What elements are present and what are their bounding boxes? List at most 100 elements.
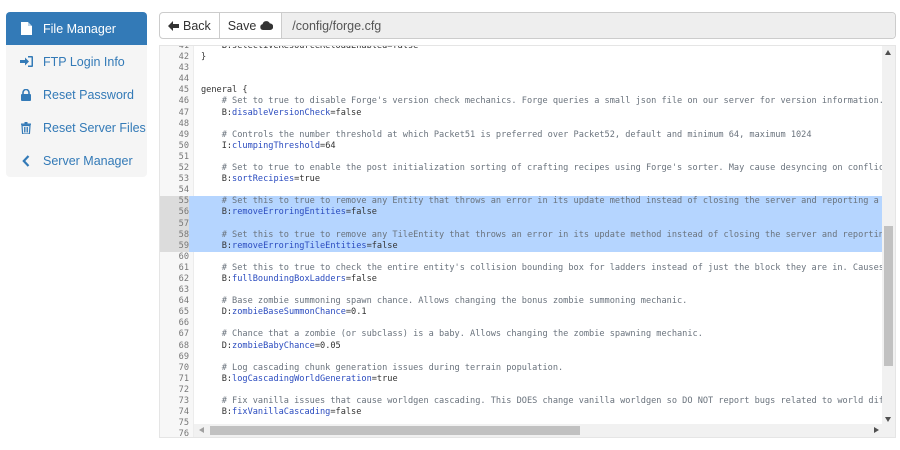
scroll-down-arrow-icon[interactable] [885, 417, 891, 422]
line-number: 59 [160, 240, 189, 252]
config-key: removeErroringTileEntities [232, 240, 367, 251]
config-text: =64 [320, 140, 336, 151]
code-line[interactable]: 59 B:removeErroringTileEntities=false [160, 240, 882, 252]
config-text: =true [294, 174, 321, 185]
scroll-right-arrow-icon[interactable] [874, 427, 879, 433]
config-comment: # Controls the number threshold at which… [201, 129, 812, 140]
line-number: 58 [160, 229, 189, 241]
line-number: 75 [178, 418, 189, 429]
code-line[interactable]: 51 [160, 152, 882, 163]
config-comment: # Fix vanilla issues that cause worldgen… [201, 396, 896, 406]
horizontal-scrollbar-thumb[interactable] [210, 426, 580, 435]
code-line[interactable]: 69 [160, 352, 882, 363]
line-text: D:zombieBabyChance=0.05 [201, 341, 341, 352]
sidebar-nav: File Manager FTP Login Info Reset Passwo… [6, 12, 147, 177]
config-text: =false [345, 207, 377, 218]
code-line[interactable]: 47 B:disableVersionCheck=false [160, 108, 882, 119]
config-text: =false [345, 273, 377, 284]
scroll-up-arrow-icon[interactable] [885, 50, 891, 55]
code-lines[interactable]: 41 B:selectiveResourceReloadEnabled=fals… [160, 45, 895, 437]
sidebar-item-reset-server-files[interactable]: Reset Server Files [6, 111, 147, 144]
code-line[interactable]: 53 B:sortRecipies=true [160, 174, 882, 185]
vertical-scrollbar-thumb[interactable] [884, 226, 893, 366]
code-line[interactable]: 50 I:clumpingThreshold=64 [160, 141, 882, 152]
code-line[interactable]: 62 B:fullBoundingBoxLadders=false [160, 274, 882, 285]
code-line[interactable]: 71 B:logCascadingWorldGeneration=true [160, 374, 882, 385]
code-line[interactable]: 60 [160, 252, 882, 263]
config-key: removeErroringEntities [232, 207, 346, 218]
code-line[interactable]: 70 # Log cascading chunk generation issu… [160, 363, 882, 374]
line-number: 66 [178, 318, 189, 329]
file-path-input[interactable] [282, 13, 895, 38]
line-text: # Set to true to enable the post initial… [201, 163, 896, 174]
code-line[interactable]: 56 B:removeErroringEntities=false [160, 207, 882, 219]
config-text: B: [201, 107, 233, 118]
scroll-left-arrow-icon[interactable] [199, 427, 204, 433]
code-line[interactable]: 58 # Set this to true to remove any Tile… [160, 229, 895, 241]
code-line[interactable]: 67 # Chance that a zombie (or subclass) … [160, 329, 882, 340]
code-line[interactable]: 55 # Set this to true to remove any Enti… [160, 196, 895, 208]
config-comment: # Set to true to enable the post initial… [201, 163, 896, 174]
sidebar-item-file-manager[interactable]: File Manager [6, 12, 147, 45]
config-key: zombieBaseSummonChance [232, 307, 346, 318]
line-text: B:logCascadingWorldGeneration=true [201, 374, 398, 385]
line-text: D:zombieBaseSummonChance=0.1 [201, 307, 367, 318]
code-line[interactable]: 61 # Set this to true to check the entir… [160, 262, 895, 274]
line-text: B:sortRecipies=true [201, 174, 320, 185]
code-line[interactable]: 44 [160, 74, 882, 85]
code-line[interactable]: 64 # Base zombie summoning spawn chance.… [160, 296, 882, 307]
line-number: 57 [160, 218, 189, 230]
save-button[interactable]: Save [220, 13, 283, 38]
code-line[interactable]: 42} [160, 52, 882, 63]
config-text: B: [201, 373, 233, 384]
config-comment: # Set this to true to check the entire e… [201, 262, 896, 273]
code-line[interactable]: 54 [160, 185, 882, 196]
config-text: D: [201, 340, 233, 351]
code-line[interactable]: 43 [160, 63, 882, 74]
code-line[interactable]: 65 D:zombieBaseSummonChance=0.1 [160, 307, 882, 318]
cloud-icon [260, 21, 274, 30]
code-line[interactable]: 68 D:zombieBabyChance=0.05 [160, 341, 882, 352]
code-line[interactable]: 45 general { [160, 85, 882, 96]
code-line[interactable]: 57 [160, 218, 882, 230]
line-number: 47 [178, 107, 189, 118]
code-line[interactable]: 63 [160, 285, 882, 296]
line-number: 69 [178, 351, 189, 362]
config-text: =false [366, 240, 398, 251]
line-text: B:fixVanillaCascading=false [201, 407, 362, 418]
line-number: 52 [178, 163, 189, 174]
sidebar-item-ftp-login-info[interactable]: FTP Login Info [6, 45, 147, 78]
code-line[interactable]: 73 # Fix vanilla issues that cause world… [160, 396, 895, 407]
code-editor[interactable]: 41 B:selectiveResourceReloadEnabled=fals… [159, 45, 896, 438]
line-number: 68 [178, 340, 189, 351]
config-comment: # Set this to true to remove any Entity … [201, 196, 896, 207]
code-line[interactable]: 52 # Set to true to enable the post init… [160, 163, 895, 174]
sidebar-item-reset-password[interactable]: Reset Password [6, 78, 147, 111]
code-line[interactable]: 46 # Set to true to disable Forge's vers… [160, 96, 895, 107]
line-text: B:disableVersionCheck=false [201, 107, 362, 119]
config-key: logCascadingWorldGeneration [232, 373, 372, 384]
code-line[interactable]: 74 B:fixVanillaCascading=false [160, 407, 882, 418]
code-line[interactable]: 72 [160, 385, 882, 396]
config-text: B: [201, 174, 233, 185]
code-line[interactable]: 41 B:selectiveResourceReloadEnabled=fals… [160, 45, 882, 52]
line-number: 41 [178, 45, 189, 51]
horizontal-scrollbar[interactable] [194, 424, 884, 437]
line-number: 72 [178, 384, 189, 395]
line-number: 61 [178, 262, 189, 273]
code-line[interactable]: 48 [160, 119, 882, 130]
line-text: # Set this to true to remove any TileEnt… [201, 230, 895, 241]
config-text: =0.05 [314, 340, 341, 351]
sidebar-item-server-manager[interactable]: Server Manager [6, 144, 147, 177]
config-text: B: [201, 273, 233, 284]
config-text: =true [371, 373, 398, 384]
line-text: B:removeErroringEntities=false [201, 207, 377, 218]
code-line[interactable]: 49 # Controls the number threshold at wh… [160, 130, 882, 141]
line-number: 71 [178, 373, 189, 384]
vertical-scrollbar[interactable] [882, 46, 895, 426]
code-line[interactable]: 66 [160, 318, 882, 329]
line-text: general { [201, 85, 248, 96]
line-number: 64 [178, 296, 189, 307]
line-text: # Fix vanilla issues that cause worldgen… [201, 396, 896, 407]
back-button[interactable]: Back [160, 13, 220, 38]
